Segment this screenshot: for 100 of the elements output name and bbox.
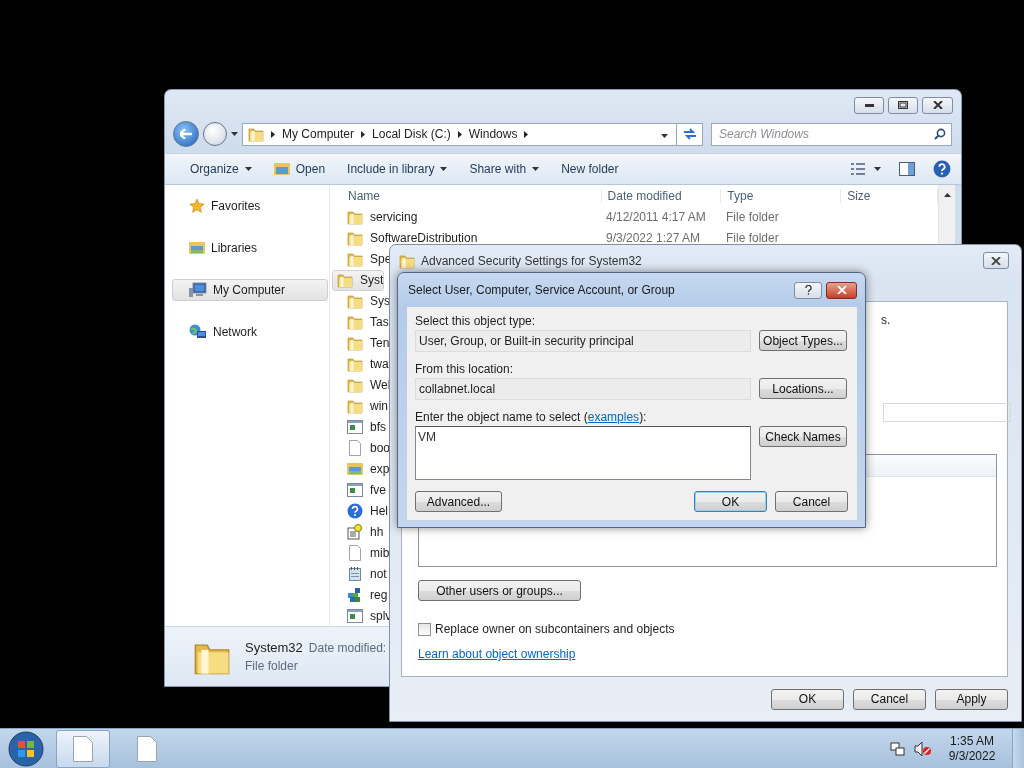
folder-icon <box>273 162 290 176</box>
checkbox[interactable] <box>418 622 431 636</box>
window-icon <box>347 608 363 623</box>
file-row[interactable]: servicing 4/12/2011 4:17 AM File folder <box>330 206 833 228</box>
file-row[interactable]: bfs <box>330 416 387 438</box>
object-name-label: Enter the object name to select (examples): <box>415 410 648 424</box>
breadcrumb[interactable]: My Computer <box>282 127 355 141</box>
dropdown-caret-icon <box>661 134 668 138</box>
file-row[interactable]: hh <box>330 521 385 543</box>
file-name: exp <box>369 461 390 476</box>
file-row[interactable]: Sys <box>330 290 391 312</box>
folder-icon <box>337 272 353 289</box>
refresh-icon <box>681 127 698 141</box>
file-row[interactable]: reg <box>330 584 389 606</box>
dialog-button[interactable]: Cancel <box>775 491 848 512</box>
folder-icon <box>399 252 415 269</box>
folder-icon <box>347 251 363 268</box>
column-header[interactable]: Type <box>721 188 842 203</box>
window-icon <box>347 482 363 497</box>
file-name: twa <box>369 357 389 372</box>
locations-button[interactable]: Locations... <box>759 378 847 399</box>
preview-pane-icon[interactable] <box>899 162 915 176</box>
file-row[interactable]: twa <box>330 353 390 375</box>
back-button[interactable] <box>173 121 199 147</box>
file-name: not <box>369 566 387 581</box>
toolbar-button[interactable]: Share with <box>460 157 549 181</box>
file-row[interactable]: mib <box>330 542 391 564</box>
help-icon[interactable] <box>933 160 951 178</box>
dialog-button[interactable]: Cancel <box>853 688 926 710</box>
clock[interactable]: 1:35 AM 9/3/2022 <box>940 733 1004 764</box>
other-users-button[interactable]: Other users or groups... <box>418 580 581 601</box>
object-types-button[interactable]: Object Types... <box>759 330 847 351</box>
nav-item[interactable]: Libraries <box>172 237 328 259</box>
network-icon[interactable] <box>890 740 906 757</box>
file-name: Sys <box>369 294 390 309</box>
history-caret-icon <box>231 132 238 136</box>
breadcrumb[interactable]: Windows <box>468 127 518 141</box>
file-name: servicing <box>369 210 419 225</box>
file-row[interactable]: Ten <box>330 332 391 354</box>
view-list-icon[interactable] <box>851 163 881 175</box>
nav-item[interactable]: Favorites <box>172 195 328 217</box>
scroll-up-icon <box>943 193 951 197</box>
address-bar[interactable]: My Computer Local Disk (C:) Windows <box>242 122 703 146</box>
details-type: File folder <box>245 659 299 673</box>
caret-icon <box>244 167 252 171</box>
star-icon <box>189 198 205 214</box>
file-row[interactable]: Hel <box>330 500 389 522</box>
toolbar-button[interactable]: Organize <box>181 157 261 181</box>
chevron-icon <box>271 130 275 138</box>
dialog-button[interactable]: Advanced... <box>415 491 502 512</box>
clock-time: 1:35 AM <box>950 733 994 749</box>
nav-item[interactable]: My Computer <box>172 279 328 301</box>
nav-item[interactable]: Network <box>172 321 328 343</box>
dialog-button[interactable]: Apply <box>935 688 1008 710</box>
start-button[interactable] <box>6 728 46 768</box>
location-label: From this location: <box>415 362 515 376</box>
column-header[interactable]: Name <box>347 188 602 203</box>
search-field[interactable]: Search Windows <box>711 122 952 146</box>
column-header[interactable]: Date modified <box>601 188 722 203</box>
toolbar-button[interactable]: New folder <box>552 157 628 181</box>
file-type: File folder <box>725 231 780 246</box>
document-icon <box>349 439 361 456</box>
file-row[interactable]: boo <box>330 437 392 459</box>
close-button[interactable] <box>922 96 953 114</box>
document-icon <box>73 735 93 762</box>
object-name-field[interactable]: VM <box>415 426 751 480</box>
folder-icon <box>347 293 363 310</box>
forward-button[interactable] <box>203 122 227 146</box>
file-row[interactable]: SoftwareDistribution 9/3/2022 1:27 AM File folder <box>330 227 833 249</box>
notepad-icon <box>348 565 362 582</box>
close-button[interactable] <box>826 281 857 299</box>
check-names-button[interactable]: Check Names <box>759 426 847 447</box>
minimize-button[interactable] <box>854 96 884 114</box>
folder-icon <box>347 314 363 331</box>
file-row[interactable]: win <box>330 395 389 417</box>
breadcrumb[interactable]: Local Disk (C:) <box>372 127 451 141</box>
window-title: Advanced Security Settings for System32 <box>421 253 642 268</box>
toolbar-button[interactable]: Open <box>264 157 335 181</box>
close-button[interactable] <box>983 252 1009 269</box>
examples-link[interactable]: examples <box>587 410 640 424</box>
file-row[interactable]: Tas <box>330 311 390 333</box>
taskbar-button[interactable] <box>56 729 110 768</box>
file-name: Tas <box>369 315 389 330</box>
selected-file-row[interactable]: Syst <box>332 269 385 291</box>
dialog-button[interactable]: OK <box>771 688 844 710</box>
help-link[interactable]: Learn about object ownership <box>418 647 576 661</box>
folder-icon <box>347 230 363 247</box>
folder-window-icon <box>347 461 363 476</box>
muted-speaker-icon[interactable] <box>914 740 932 757</box>
details-name: System32 <box>245 640 303 655</box>
dialog-button[interactable]: OK <box>694 491 767 512</box>
file-row[interactable]: fve <box>330 479 387 501</box>
file-name: win <box>369 399 388 413</box>
file-row[interactable]: not <box>330 563 388 585</box>
toolbar-button[interactable]: Include in library <box>338 157 457 181</box>
maximize-button[interactable] <box>888 96 918 114</box>
file-row[interactable]: exp <box>330 458 391 480</box>
help-document-icon <box>347 523 363 540</box>
object-type-field: User, Group, or Built-in security principal <box>415 330 751 352</box>
help-button[interactable] <box>794 281 822 299</box>
